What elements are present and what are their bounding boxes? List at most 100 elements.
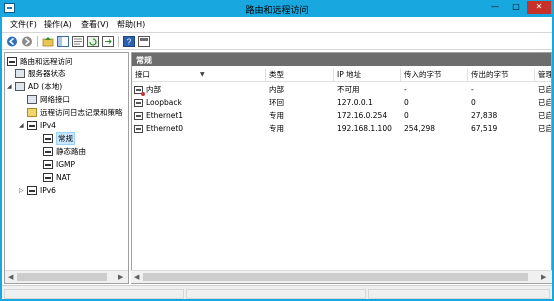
cell-type: 内部 [269,85,284,94]
tree-item-nat[interactable]: NAT [43,171,71,183]
minimize-button[interactable]: — [485,1,505,14]
help-icon[interactable]: ? [123,36,135,47]
network-interface-icon [134,125,143,133]
table-row[interactable]: Ethernet0 专用 192.168.1.100 254,298 67,51… [132,123,551,135]
cell-type: 专用 [269,124,284,133]
column-header-status[interactable]: 管理状态 [535,69,552,82]
column-header-interface[interactable]: 接口 ▼ [132,69,266,82]
cell-bytes-out: 0 [471,98,476,107]
server-icon [15,68,25,78]
cell-bytes-in: - [404,85,407,94]
properties-icon[interactable] [72,36,84,47]
menu-file[interactable]: 文件(F) [10,19,37,30]
tree-label: NAT [56,172,71,182]
status-bar [0,285,554,301]
tree-label: 静态路由 [56,146,86,156]
tree-item-root[interactable]: 路由和远程访问 [7,55,73,67]
maximize-button[interactable]: □ [506,1,526,14]
scroll-thumb[interactable] [143,273,528,281]
cell-interface: Ethernet0 [146,124,184,133]
cell-bytes-out: 67,519 [471,124,498,133]
show-hide-tree-icon[interactable] [57,36,69,47]
scroll-thumb[interactable] [17,273,107,281]
tree-item-ipv6[interactable]: ▷ IPv6 [19,184,56,196]
column-header-ip[interactable]: IP 地址 [334,69,401,82]
back-icon[interactable] [6,36,18,47]
collapse-icon[interactable]: ◢ [19,122,27,129]
nat-icon [43,172,53,182]
export-icon[interactable] [102,36,114,47]
static-route-icon [43,146,53,156]
tree-item-general[interactable]: 常规 [43,131,75,145]
tree-label: IGMP [56,159,76,169]
sort-descending-icon: ▼ [200,71,205,78]
refresh-icon[interactable] [87,36,99,47]
scroll-left-icon[interactable]: ◀ [8,273,13,281]
navigation-tree: 路由和远程访问 服务器状态 ◢ AD (本地) 网络接口 远程访问日志记录和策略… [4,52,129,284]
network-interface-icon [27,94,37,104]
column-header-bytes-in[interactable]: 传入的字节 [401,69,468,82]
forward-icon[interactable] [21,36,33,47]
window-title: 路由和远程访问 [245,6,309,16]
content-pane: 常规 接口 ▼ 类型 IP 地址 传入的字节 传出的字节 管理状态 内部 内部 … [131,52,552,284]
tree-item-igmp[interactable]: IGMP [43,158,75,170]
status-segment [186,289,366,299]
menu-view[interactable]: 查看(V) [81,19,109,30]
cell-ip: 不可用 [337,85,360,94]
table-row[interactable]: Loopback 环回 127.0.0.1 0 0 已启用 [132,97,551,109]
collapse-icon[interactable]: ◢ [7,83,15,90]
cell-type: 专用 [269,111,284,120]
cell-ip: 127.0.0.1 [337,98,373,107]
network-interface-icon [134,86,145,96]
cell-status: 已启用 [538,98,551,107]
tree-label: AD (本地) [28,81,63,91]
content-horizontal-scrollbar[interactable]: ◀ ▶ [131,270,552,283]
menu-help[interactable]: 帮助(H) [117,19,145,30]
network-interface-icon [134,112,143,120]
content-title: 常规 [136,56,152,65]
expand-icon[interactable]: ▷ [19,187,27,194]
scroll-left-icon[interactable]: ◀ [134,273,139,281]
routing-icon [7,56,17,66]
cell-bytes-in: 0 [404,111,409,120]
svg-text:?: ? [127,38,132,47]
tree-horizontal-scrollbar[interactable]: ◀ ▶ [5,270,128,283]
tree-label: 路由和远程访问 [20,56,73,66]
column-label: 管理状态 [538,70,552,79]
tree-label: IPv4 [40,120,56,130]
column-header-type[interactable]: 类型 [266,69,334,82]
toolbar: ? [2,32,552,50]
cell-type: 环回 [269,98,284,107]
title-bar: 路由和远程访问 — □ ✕ [0,0,554,17]
network-interface-icon [134,99,143,107]
table-row[interactable]: Ethernet1 专用 172.16.0.254 0 27,838 已启用 [132,110,551,122]
status-segment [368,289,550,299]
tree-item-remote-access-logging[interactable]: 远程访问日志记录和策略 [27,106,123,118]
tree-item-server[interactable]: ◢ AD (本地) [7,80,62,92]
tree-label: 远程访问日志记录和策略 [40,107,123,117]
column-label: 接口 [135,70,150,79]
column-header-bytes-out[interactable]: 传出的字节 [468,69,535,82]
cell-ip: 172.16.0.254 [337,111,388,120]
cell-status: 已启用 [538,85,551,94]
column-label: IP 地址 [337,70,362,79]
menu-action[interactable]: 操作(A) [44,19,72,30]
tree-item-static-routes[interactable]: 静态路由 [43,145,86,157]
cell-bytes-in: 0 [404,98,409,107]
cell-ip: 192.168.1.100 [337,124,392,133]
tree-item-ipv4[interactable]: ◢ IPv4 [19,119,56,131]
cell-bytes-in: 254,298 [404,124,436,133]
general-icon [43,133,53,143]
scroll-right-icon[interactable]: ▶ [118,273,123,281]
close-button[interactable]: ✕ [527,1,551,14]
cell-interface: Ethernet1 [146,111,184,120]
table-row[interactable]: 内部 内部 不可用 - - 已启用 [132,84,551,96]
console-icon[interactable] [138,36,150,47]
tree-item-server-status[interactable]: 服务器状态 [15,67,66,79]
scroll-right-icon[interactable]: ▶ [541,273,546,281]
tree-item-network-interfaces[interactable]: 网络接口 [27,93,70,105]
tree-label: IPv6 [40,185,56,195]
cell-status: 已启用 [538,111,551,120]
cell-status: 已启用 [538,124,551,133]
up-folder-icon[interactable] [42,36,54,47]
